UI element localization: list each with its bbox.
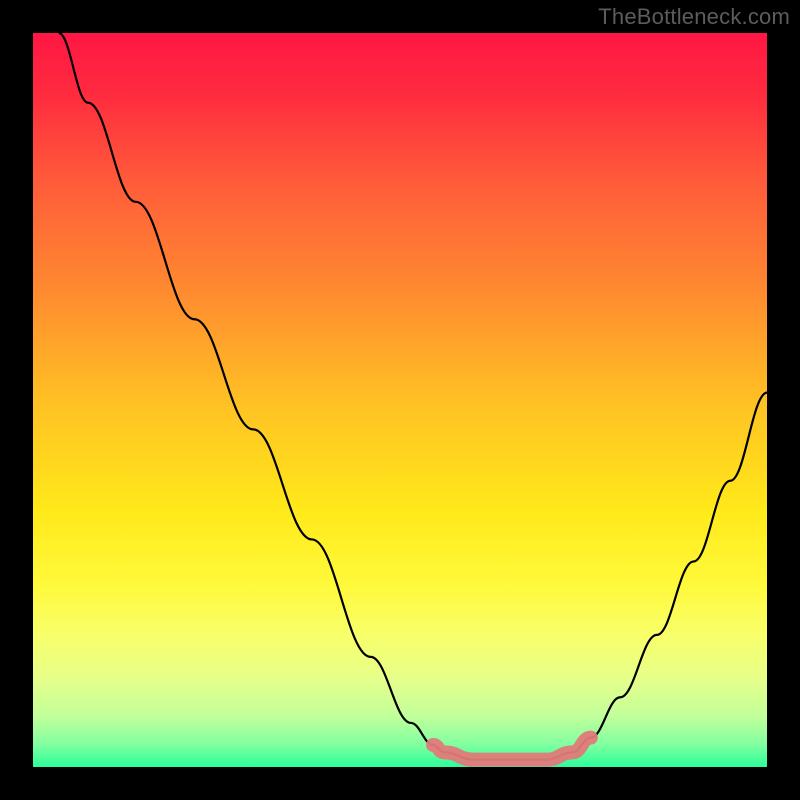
chart-frame: TheBottleneck.com (0, 0, 800, 800)
chart-background (33, 33, 767, 767)
chart-svg (33, 33, 767, 767)
plot-area (33, 33, 767, 767)
watermark-text: TheBottleneck.com (598, 4, 790, 30)
